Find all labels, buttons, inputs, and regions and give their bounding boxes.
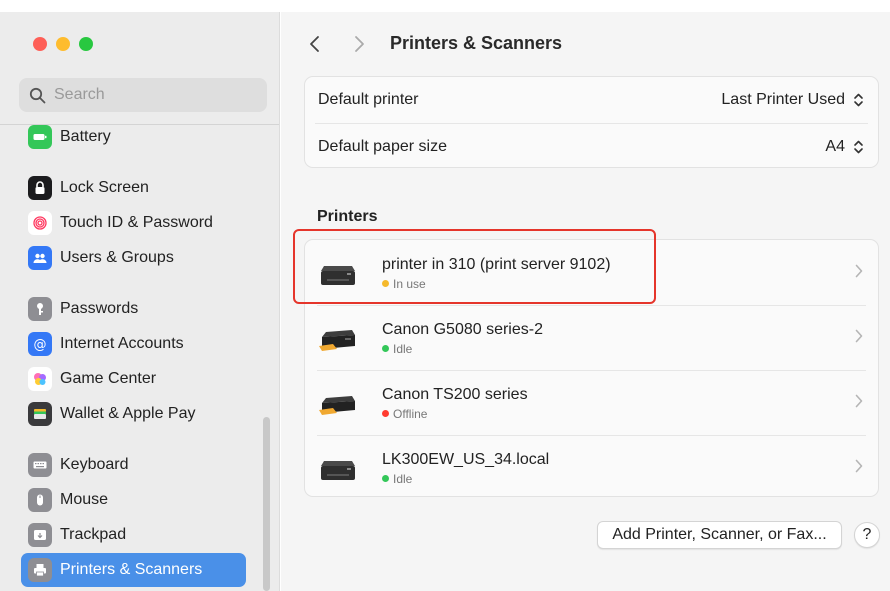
default-printer-value: Last Printer Used	[721, 91, 845, 108]
sidebar: Battery Lock Screen Touch ID & Password …	[0, 12, 280, 591]
printer-info: Canon TS200 series Offline	[382, 385, 528, 421]
printer-device-icon	[321, 460, 355, 480]
sidebar-item-battery[interactable]: Battery	[21, 120, 246, 154]
printer-status: Offline	[382, 407, 528, 421]
chevron-right-icon	[855, 329, 863, 343]
default-printer-row: Default printer Last Printer Used	[305, 77, 878, 123]
sidebar-item-label: Internet Accounts	[60, 335, 184, 352]
printer-status: Idle	[382, 342, 543, 356]
back-button[interactable]	[305, 32, 325, 56]
chevron-right-icon	[855, 394, 863, 408]
search-field[interactable]	[19, 78, 267, 112]
printer-name: Canon G5080 series-2	[382, 320, 543, 338]
printer-info: Canon G5080 series-2 Idle	[382, 320, 543, 356]
sidebar-item-touch-id[interactable]: Touch ID & Password	[21, 206, 246, 240]
sidebar-item-label: Game Center	[60, 370, 157, 387]
lock-icon	[28, 176, 52, 200]
printer-row[interactable]: Canon TS200 series Offline	[305, 370, 878, 435]
sidebar-item-label: Users & Groups	[60, 249, 174, 266]
wallet-icon	[28, 402, 52, 426]
chevron-right-icon	[355, 36, 364, 52]
sidebar-item-label: Printers & Scanners	[60, 561, 203, 578]
sidebar-item-wallet[interactable]: Wallet & Apple Pay	[21, 397, 246, 431]
at-icon: @	[28, 332, 52, 356]
printer-row[interactable]: LK300EW_US_34.local Idle	[305, 435, 878, 500]
sidebar-scrollbar[interactable]	[263, 417, 270, 591]
mouse-icon	[28, 488, 52, 512]
printer-info: printer in 310 (print server 9102) In us…	[382, 255, 611, 291]
sidebar-item-label: Passwords	[60, 300, 139, 317]
printer-icon	[28, 558, 52, 582]
sidebar-item-mouse[interactable]: Mouse	[21, 483, 246, 517]
trackpad-icon	[28, 523, 52, 547]
minimize-window-button[interactable]	[56, 37, 70, 51]
close-window-button[interactable]	[33, 37, 47, 51]
search-input[interactable]	[54, 86, 254, 104]
default-printer-select[interactable]: Last Printer Used	[721, 90, 866, 110]
printers-section-title: Printers	[317, 208, 378, 225]
search-icon	[29, 87, 46, 103]
status-dot-icon	[382, 345, 389, 352]
key-icon	[28, 297, 52, 321]
updown-chevron-icon	[851, 137, 866, 157]
users-icon	[28, 246, 52, 270]
sidebar-item-lock-screen[interactable]: Lock Screen	[21, 171, 246, 205]
chevron-left-icon	[310, 36, 319, 52]
sidebar-item-label: Lock Screen	[60, 179, 149, 196]
page-title: Printers & Scanners	[390, 33, 563, 53]
printer-status-text: Idle	[393, 471, 413, 486]
sidebar-item-keyboard[interactable]: Keyboard	[21, 448, 246, 482]
printer-name: Canon TS200 series	[382, 385, 528, 403]
printer-row[interactable]: printer in 310 (print server 9102) In us…	[305, 240, 878, 305]
default-printer-label: Default printer	[318, 91, 419, 108]
main-content: Printers & Scanners Default printer Last…	[281, 12, 890, 591]
forward-button[interactable]	[349, 32, 369, 56]
game-center-icon	[28, 367, 52, 391]
updown-chevron-icon	[851, 90, 866, 110]
fingerprint-icon	[28, 211, 52, 235]
status-dot-icon	[382, 280, 389, 287]
chevron-right-icon	[855, 459, 863, 473]
printer-status: Idle	[382, 472, 549, 486]
sidebar-item-label: Trackpad	[60, 526, 127, 543]
sidebar-item-label: Battery	[60, 128, 111, 145]
help-button[interactable]: ?	[854, 522, 880, 548]
chevron-right-icon	[855, 264, 863, 278]
printer-name: printer in 310 (print server 9102)	[382, 255, 611, 273]
default-paper-size-label: Default paper size	[318, 137, 447, 155]
sidebar-item-printers-scanners[interactable]: Printers & Scanners	[21, 553, 246, 587]
default-paper-size-select[interactable]: A4	[825, 137, 866, 157]
printer-status-text: Idle	[393, 341, 413, 356]
battery-icon	[28, 125, 52, 149]
default-paper-size-value: A4	[825, 137, 845, 155]
sidebar-item-label: Keyboard	[60, 456, 129, 473]
zoom-window-button[interactable]	[79, 37, 93, 51]
svg-text:@: @	[34, 338, 47, 353]
status-dot-icon	[382, 410, 389, 417]
keyboard-icon	[28, 453, 52, 477]
default-paper-size-row: Default paper size A4	[315, 123, 868, 169]
sidebar-item-label: Touch ID & Password	[60, 214, 213, 231]
add-printer-button[interactable]: Add Printer, Scanner, or Fax...	[597, 521, 842, 549]
printer-status-text: In use	[393, 276, 426, 291]
printer-row[interactable]: Canon G5080 series-2 Idle	[305, 305, 878, 370]
default-settings-card: Default printer Last Printer Used Defaul…	[304, 76, 879, 168]
printer-status-text: Offline	[393, 406, 428, 421]
status-dot-icon	[382, 475, 389, 482]
window-controls	[33, 37, 93, 51]
printer-status: In use	[382, 277, 611, 291]
printer-name: LK300EW_US_34.local	[382, 450, 550, 468]
printer-device-icon	[319, 329, 355, 351]
sidebar-item-passwords[interactable]: Passwords	[21, 292, 246, 326]
printer-device-icon	[321, 265, 355, 285]
sidebar-item-internet-accounts[interactable]: @ Internet Accounts	[21, 327, 246, 361]
sidebar-item-users-groups[interactable]: Users & Groups	[21, 241, 246, 275]
sidebar-item-game-center[interactable]: Game Center	[21, 362, 246, 396]
printer-device-icon	[319, 395, 355, 415]
printers-list: printer in 310 (print server 9102) In us…	[304, 239, 879, 497]
sidebar-item-label: Mouse	[60, 491, 109, 508]
sidebar-item-trackpad[interactable]: Trackpad	[21, 518, 246, 552]
printer-info: LK300EW_US_34.local Idle	[382, 450, 549, 486]
sidebar-item-label: Wallet & Apple Pay	[60, 405, 196, 422]
